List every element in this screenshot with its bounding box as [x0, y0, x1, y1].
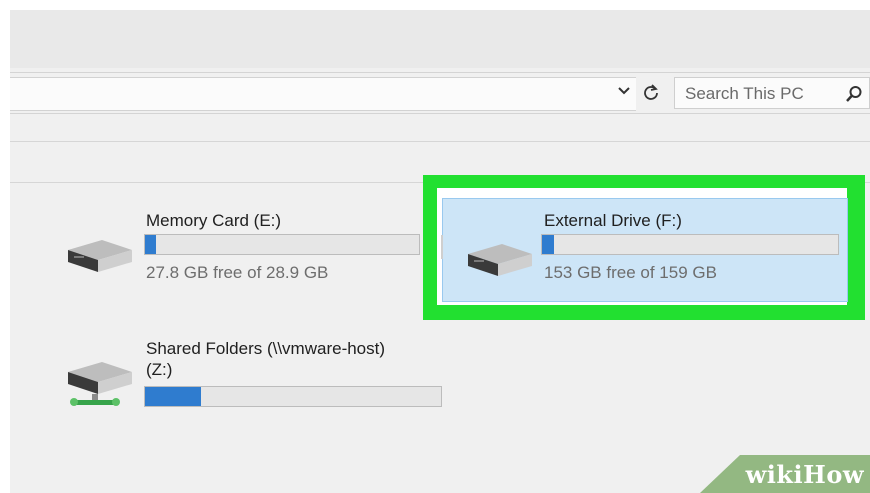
address-field[interactable]	[10, 77, 636, 111]
search-input[interactable]: Search This PC	[685, 84, 804, 104]
watermark-text: wikiHow	[745, 460, 864, 489]
usage-bar	[144, 386, 442, 407]
free-space-text: 27.8 GB free of 28.9 GB	[146, 263, 329, 282]
search-icon[interactable]	[845, 85, 863, 103]
external-drive-icon	[468, 244, 532, 276]
drive-name: External Drive (F:)	[544, 211, 682, 230]
section-divider	[10, 141, 870, 142]
removable-drive-icon	[68, 240, 132, 272]
usage-fill	[542, 235, 554, 254]
refresh-icon[interactable]	[642, 83, 660, 101]
usage-fill	[145, 387, 202, 406]
explorer-window: Search This PC Memory Card (E:) 27.8 GB …	[10, 10, 870, 493]
drive-tile-shared-folders[interactable]: Shared Folders (\\vmware-host) (Z:)	[62, 334, 452, 424]
ribbon	[10, 10, 870, 68]
drive-name: Memory Card (E:)	[146, 211, 282, 230]
free-space-text: 153 GB free of 159 GB	[544, 263, 717, 282]
drive-tile-external[interactable]: External Drive (F:) 153 GB free of 159 G…	[462, 206, 842, 286]
watermark: wikiHow	[700, 455, 870, 493]
drive-name-line2: (Z:)	[146, 360, 173, 379]
usage-bar	[541, 234, 839, 255]
search-box[interactable]: Search This PC	[674, 77, 870, 109]
column-divider	[441, 235, 443, 259]
address-toolbar: Search This PC	[10, 72, 870, 114]
network-drive-icon	[68, 362, 132, 406]
drive-name-line1: Shared Folders (\\vmware-host)	[146, 339, 386, 358]
chevron-down-icon[interactable]	[616, 83, 632, 99]
usage-fill	[145, 235, 156, 254]
drive-tile-memory-card[interactable]: Memory Card (E:) 27.8 GB free of 28.9 GB	[62, 206, 422, 286]
usage-bar	[144, 234, 420, 255]
